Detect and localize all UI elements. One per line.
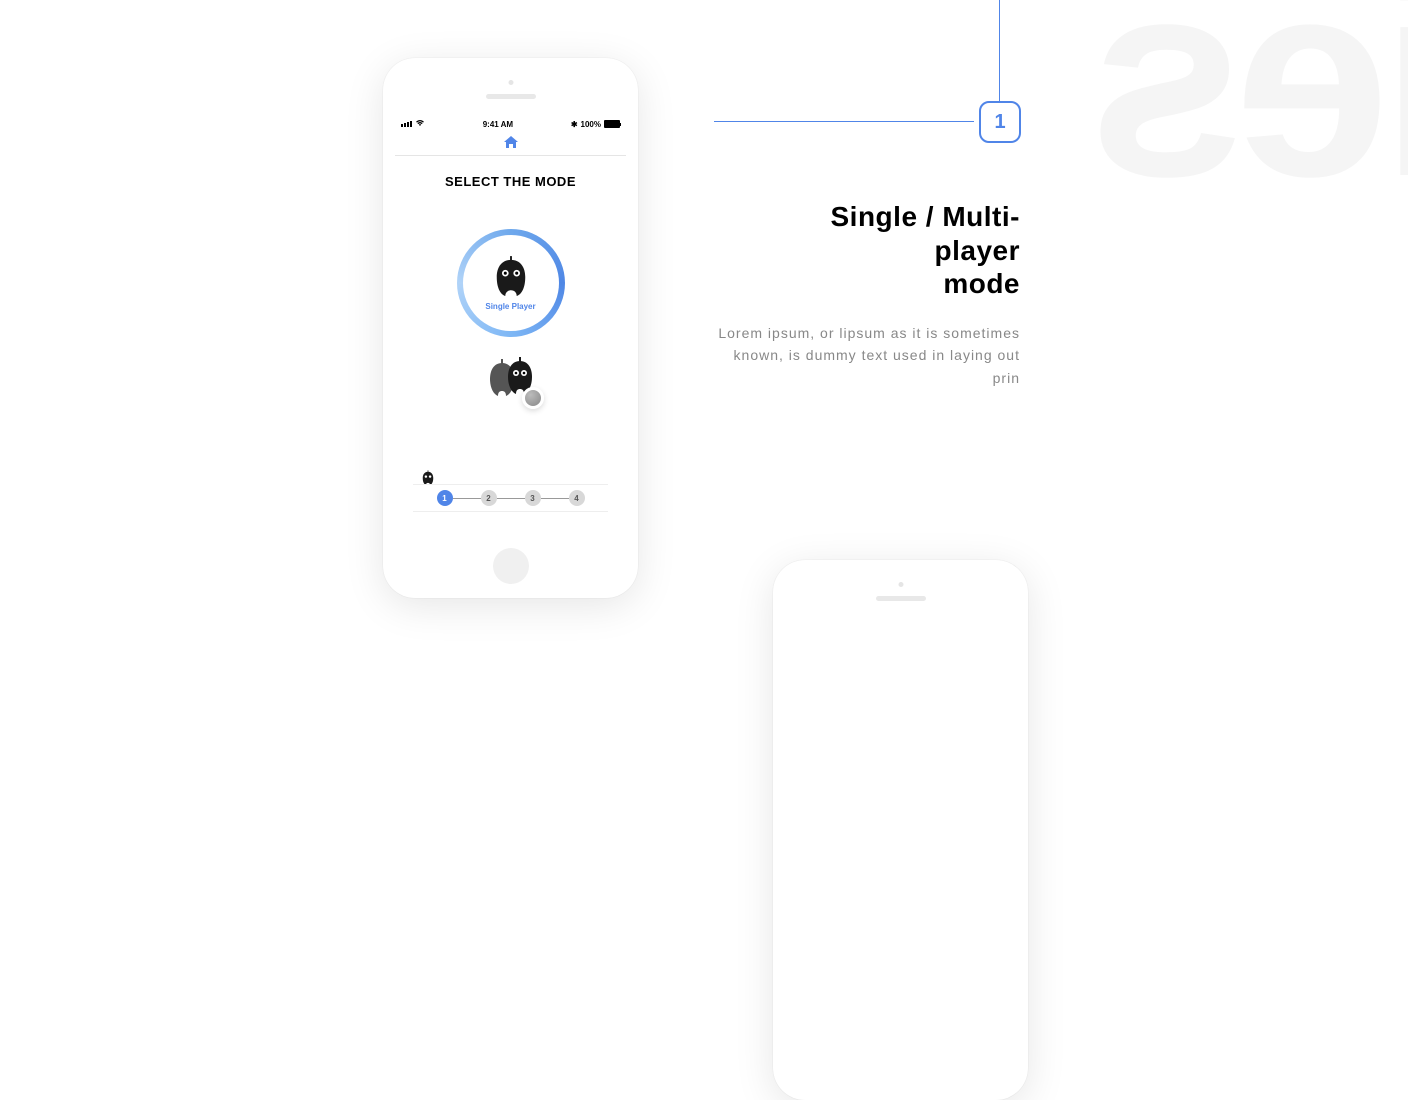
step-number-text: 1	[994, 111, 1005, 134]
phone-home-button[interactable]	[493, 548, 529, 584]
wifi-icon	[415, 119, 425, 129]
nav-bar	[395, 132, 626, 156]
step-node-4[interactable]: 4	[569, 490, 585, 506]
single-player-option[interactable]: Single Player	[457, 229, 565, 337]
multi-player-option[interactable]	[486, 357, 536, 403]
bluetooth-icon: ✱	[571, 120, 578, 129]
step-node-1[interactable]: 1	[437, 490, 453, 506]
step-number-badge: 1	[979, 101, 1021, 143]
phone-sensor-dot	[508, 80, 513, 85]
connector-horizontal-line	[714, 121, 974, 122]
mode-title: SELECT THE MODE	[395, 174, 626, 189]
phone-mockup-peek	[773, 560, 1028, 1100]
phone-screen: 9:41 AM ✱ 100% SELECT THE MODE	[395, 116, 626, 540]
step-node-3[interactable]: 3	[525, 490, 541, 506]
title-line-3: mode	[714, 267, 1020, 301]
title-line-2: player	[714, 234, 1020, 268]
step-track: 1 2 3 4	[437, 490, 585, 506]
status-bar: 9:41 AM ✱ 100%	[395, 116, 626, 132]
step-node-2[interactable]: 2	[481, 490, 497, 506]
cursor-icon	[522, 387, 544, 409]
section-title: Single / Multi- player mode	[714, 200, 1020, 301]
battery-icon	[604, 120, 620, 128]
title-line-1: Single / Multi-	[714, 200, 1020, 234]
home-icon[interactable]	[504, 136, 518, 151]
step-progress: 1 2 3 4	[413, 484, 608, 512]
signal-icon	[401, 121, 412, 127]
single-player-label: Single Player	[485, 302, 535, 311]
connector-vertical-line	[999, 0, 1000, 101]
section-description: Lorem ipsum, or lipsum as it is sometime…	[714, 322, 1020, 389]
status-time: 9:41 AM	[483, 120, 513, 129]
phone-speaker	[486, 94, 536, 99]
battery-percent: 100%	[581, 120, 601, 129]
ghost-icon	[492, 256, 530, 298]
phone-mockup: 9:41 AM ✱ 100% SELECT THE MODE	[383, 58, 638, 598]
background-watermark-text: ies	[1099, 0, 1408, 198]
